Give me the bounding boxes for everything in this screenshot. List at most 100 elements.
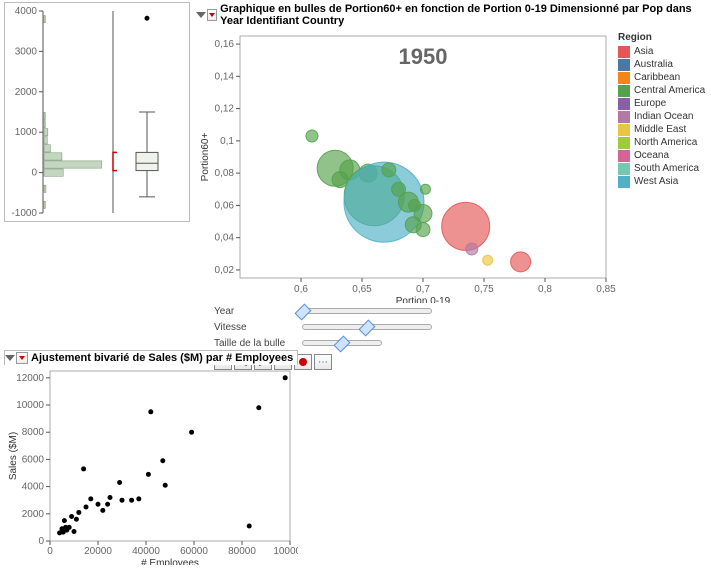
legend-item[interactable]: Caribbean bbox=[618, 71, 705, 84]
settings-button[interactable]: ⋯ bbox=[314, 354, 332, 370]
svg-text:6000: 6000 bbox=[22, 454, 45, 465]
slider-label: Taille de la bulle bbox=[214, 338, 294, 349]
svg-text:20000: 20000 bbox=[84, 546, 112, 557]
histogram-boxplot-panel: -1000 0 1000 2000 3000 4000 bbox=[4, 2, 190, 222]
svg-text:0,1: 0,1 bbox=[220, 136, 234, 147]
legend-item[interactable]: South America bbox=[618, 162, 705, 175]
bubble-chart-title: Graphique en bulles de Portion60+ en fon… bbox=[220, 3, 706, 27]
legend-swatch bbox=[618, 72, 630, 84]
legend-item[interactable]: Central America bbox=[618, 84, 705, 97]
slider-track[interactable] bbox=[302, 340, 382, 346]
legend-swatch bbox=[618, 111, 630, 123]
legend-item[interactable]: Oceana bbox=[618, 149, 705, 162]
svg-text:Sales ($M): Sales ($M) bbox=[8, 432, 19, 480]
legend-swatch bbox=[618, 85, 630, 97]
legend-swatch bbox=[618, 137, 630, 149]
legend-item[interactable]: Middle East bbox=[618, 123, 705, 136]
svg-text:0,7: 0,7 bbox=[416, 284, 430, 295]
svg-text:0: 0 bbox=[31, 168, 37, 179]
svg-text:0,04: 0,04 bbox=[215, 233, 235, 244]
svg-text:0,06: 0,06 bbox=[215, 200, 235, 211]
svg-text:0,8: 0,8 bbox=[538, 284, 552, 295]
slider-thumb[interactable] bbox=[334, 336, 351, 353]
slider-row: Year bbox=[214, 303, 708, 319]
svg-text:60000: 60000 bbox=[180, 546, 208, 557]
legend-item[interactable]: Europe bbox=[618, 97, 705, 110]
slider-track[interactable] bbox=[302, 308, 432, 314]
scatter-panel: Ajustement bivarié de Sales ($M) par # E… bbox=[4, 350, 298, 568]
bubble-chart: 0,6 0,65 0,7 0,75 0,8 0,85 Portion 0-19 0,02 0,0… bbox=[196, 28, 616, 303]
svg-text:0,65: 0,65 bbox=[352, 284, 372, 295]
legend-swatch bbox=[618, 124, 630, 136]
disclosure-icon[interactable] bbox=[5, 355, 15, 361]
svg-text:0,02: 0,02 bbox=[215, 265, 235, 276]
chart-menu-button[interactable] bbox=[16, 352, 28, 364]
bubble-chart-header: Graphique en bulles de Portion60+ en fon… bbox=[196, 2, 708, 28]
svg-text:40000: 40000 bbox=[132, 546, 160, 557]
histogram-boxplot-chart: -1000 0 1000 2000 3000 4000 bbox=[5, 3, 189, 221]
legend-swatch bbox=[618, 150, 630, 162]
svg-text:Portion 0-19: Portion 0-19 bbox=[396, 296, 451, 303]
legend-swatch bbox=[618, 98, 630, 110]
scatter-header: Ajustement bivarié de Sales ($M) par # E… bbox=[4, 350, 298, 365]
legend-label: North America bbox=[634, 136, 697, 149]
legend-item[interactable]: Indian Ocean bbox=[618, 110, 705, 123]
slider-thumb[interactable] bbox=[359, 320, 376, 337]
scatter-title: Ajustement bivarié de Sales ($M) par # E… bbox=[31, 352, 293, 364]
svg-text:1950: 1950 bbox=[399, 44, 448, 69]
legend-label: Central America bbox=[634, 84, 705, 97]
svg-text:4000: 4000 bbox=[15, 6, 38, 17]
slider-row: Taille de la bulle bbox=[214, 335, 708, 351]
legend-label: Australia bbox=[634, 58, 673, 71]
legend-swatch bbox=[618, 176, 630, 188]
legend-swatch bbox=[618, 163, 630, 175]
bubble-chart-panel: Graphique en bulles de Portion60+ en fon… bbox=[196, 2, 708, 373]
svg-text:Portion60+: Portion60+ bbox=[200, 133, 211, 182]
legend-label: West Asia bbox=[634, 175, 678, 188]
svg-text:80000: 80000 bbox=[228, 546, 256, 557]
svg-text:8000: 8000 bbox=[22, 427, 45, 438]
legend-item[interactable]: Australia bbox=[618, 58, 705, 71]
svg-text:0,75: 0,75 bbox=[474, 284, 494, 295]
legend-label: Indian Ocean bbox=[634, 110, 694, 123]
svg-text:2000: 2000 bbox=[15, 87, 38, 98]
slider-track[interactable] bbox=[302, 324, 432, 330]
legend-label: Middle East bbox=[634, 123, 686, 136]
svg-text:10000: 10000 bbox=[16, 400, 44, 411]
svg-text:0: 0 bbox=[47, 546, 53, 557]
legend-label: Europe bbox=[634, 97, 666, 110]
svg-text:0,16: 0,16 bbox=[215, 39, 235, 50]
svg-text:4000: 4000 bbox=[22, 482, 45, 493]
svg-text:0,12: 0,12 bbox=[215, 104, 235, 115]
svg-text:0,08: 0,08 bbox=[215, 168, 235, 179]
disclosure-icon[interactable] bbox=[196, 12, 206, 18]
legend-label: South America bbox=[634, 162, 699, 175]
legend-label: Asia bbox=[634, 45, 653, 58]
slider-row: Vitesse bbox=[214, 319, 708, 335]
bubble-legend: Region AsiaAustraliaCaribbeanCentral Ame… bbox=[616, 28, 707, 303]
svg-text:12000: 12000 bbox=[16, 373, 44, 384]
legend-item[interactable]: North America bbox=[618, 136, 705, 149]
svg-text:# Employees: # Employees bbox=[141, 558, 199, 565]
svg-text:100000: 100000 bbox=[273, 546, 298, 557]
svg-text:0,14: 0,14 bbox=[215, 71, 235, 82]
svg-text:0,85: 0,85 bbox=[596, 284, 616, 295]
legend-label: Caribbean bbox=[634, 71, 680, 84]
svg-text:0: 0 bbox=[38, 536, 44, 547]
slider-thumb[interactable] bbox=[295, 304, 312, 321]
legend-title: Region bbox=[618, 32, 705, 43]
svg-text:1000: 1000 bbox=[15, 127, 38, 138]
scatter-chart: 0 20000 40000 60000 80000 100000 # Employees 0 2… bbox=[4, 365, 298, 565]
legend-swatch bbox=[618, 46, 630, 58]
chart-menu-button[interactable] bbox=[207, 9, 217, 21]
legend-label: Oceana bbox=[634, 149, 669, 162]
slider-block: Year Vitesse Taille de la bulle bbox=[196, 303, 708, 351]
legend-item[interactable]: Asia bbox=[618, 45, 705, 58]
svg-text:3000: 3000 bbox=[15, 46, 38, 57]
slider-label: Year bbox=[214, 306, 294, 317]
svg-text:0,6: 0,6 bbox=[294, 284, 308, 295]
svg-text:-1000: -1000 bbox=[11, 208, 37, 219]
legend-item[interactable]: West Asia bbox=[618, 175, 705, 188]
svg-text:2000: 2000 bbox=[22, 509, 45, 520]
legend-swatch bbox=[618, 59, 630, 71]
